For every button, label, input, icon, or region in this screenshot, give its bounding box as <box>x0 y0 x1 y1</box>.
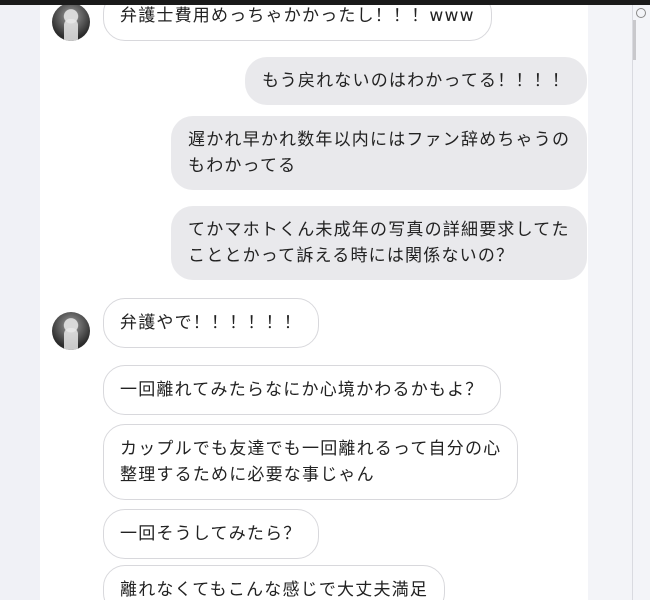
message-bubble-outgoing: 遅かれ早かれ数年以内にはファン辞めちゃうの もわかってる <box>171 116 588 190</box>
scrollbar-thumb[interactable] <box>633 20 636 60</box>
contact-avatar[interactable] <box>52 312 90 350</box>
right-panel <box>588 5 650 600</box>
message-bubble-incoming: 離れなくてもこんな感じで大丈夫満足 <box>103 565 446 600</box>
panel-divider <box>632 5 633 600</box>
left-sidebar <box>0 5 40 600</box>
message-bubble-incoming: カップルでも友達でも一回離れるって自分の心 整理するために必要な事じゃん <box>103 424 519 500</box>
chat-thread[interactable]: 弁護士費用めっちゃかかったし！！！www もう戻れないのはわかってる！！！！ 遅… <box>40 5 588 600</box>
message-bubble-outgoing: もう戻れないのはわかってる！！！！ <box>245 57 588 105</box>
message-bubble-incoming: 弁護士費用めっちゃかかったし！！！www <box>103 5 492 41</box>
message-bubble-incoming: 一回そうしてみたら？ <box>103 509 319 559</box>
info-icon[interactable] <box>636 8 646 18</box>
message-bubble-incoming: 一回離れてみたらなにか心境かわるかもよ？ <box>103 365 501 415</box>
contact-avatar[interactable] <box>52 5 90 41</box>
message-bubble-outgoing: てかマホトくん未成年の写真の詳細要求してた こととかって訴える時には関係ないの？ <box>171 206 587 280</box>
message-bubble-incoming: 弁護やで！！！！！！ <box>103 298 319 348</box>
